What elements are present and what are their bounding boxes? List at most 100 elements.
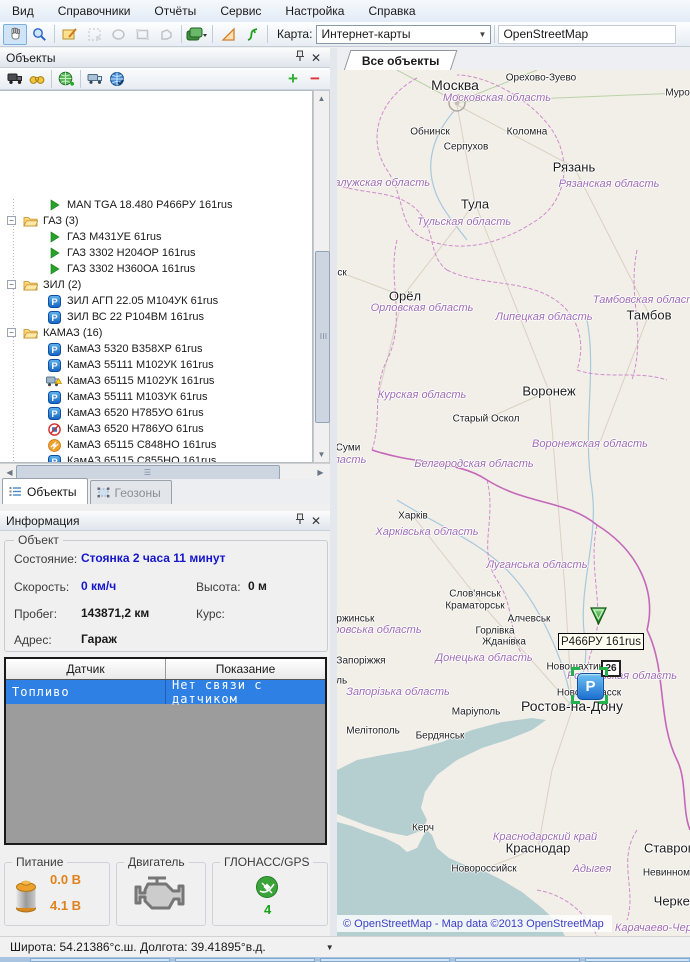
expand-toggle[interactable]: − bbox=[7, 280, 16, 289]
map-label: Слов'янськ bbox=[449, 589, 500, 600]
object-tree[interactable]: MAN TGA 18.480 Р466РУ 161rus − ГАЗ (3) Г… bbox=[0, 90, 313, 463]
tree-item[interactable]: ГАЗ 3302 Н360ОА 161rus bbox=[0, 261, 313, 277]
map-provider-combo[interactable]: OpenStreetMap bbox=[498, 25, 676, 44]
map-label: Горлівка bbox=[475, 626, 514, 637]
map-label: Серпухов bbox=[444, 142, 489, 153]
main-toolbar: Карта: Интернет-карты ▼ OpenStreetMap bbox=[0, 22, 690, 47]
selection-corner bbox=[571, 667, 580, 676]
select-region-icon bbox=[87, 27, 102, 42]
ellipse-icon bbox=[111, 27, 126, 42]
rectangle-tool-button[interactable] bbox=[130, 24, 154, 45]
tree-vertical-scrollbar[interactable]: ▲ ☰ ▼ bbox=[313, 90, 330, 463]
parking-icon: P bbox=[46, 359, 62, 372]
tab-geozones[interactable]: Геозоны bbox=[90, 480, 172, 504]
tree-item[interactable]: КамАЗ 65115 М102УК 161rus bbox=[0, 373, 313, 389]
svg-text:P: P bbox=[51, 313, 58, 324]
altitude-value: 0 м bbox=[248, 579, 267, 593]
tree-item[interactable]: − КАМАЗ (16) bbox=[0, 325, 313, 341]
zoom-tool-button[interactable] bbox=[27, 24, 51, 45]
tree-item[interactable]: P КамАЗ 55111 М102УК 161rus bbox=[0, 357, 313, 373]
map-label: Обнинск bbox=[410, 127, 450, 138]
map-label: Карачаево-Черке bbox=[615, 922, 690, 934]
tab-objects[interactable]: Объекты bbox=[2, 478, 88, 504]
edit-map-tool-button[interactable] bbox=[58, 24, 82, 45]
map-label: Воронежская область bbox=[532, 438, 648, 450]
vehicle-icon[interactable] bbox=[4, 70, 26, 88]
chevron-down-icon[interactable]: ▼ bbox=[326, 943, 334, 952]
selection-corner bbox=[571, 695, 580, 704]
add-object-button[interactable]: + bbox=[282, 70, 304, 88]
map-label: Бердянськ bbox=[416, 731, 465, 742]
truckwarn-icon bbox=[46, 375, 62, 388]
state-label: Состояние: bbox=[14, 552, 77, 566]
tree-item[interactable]: P КамАЗ 5320 В358ХР 61rus bbox=[0, 341, 313, 357]
reading-col-header[interactable]: Показание bbox=[166, 659, 325, 679]
menu-item-5[interactable]: Справка bbox=[356, 1, 427, 21]
select-region-tool-button[interactable] bbox=[82, 24, 106, 45]
tree-item[interactable]: ГАЗ М431УЕ 61rus bbox=[0, 229, 313, 245]
vehicle-arrow-marker[interactable] bbox=[589, 606, 608, 629]
pin-icon[interactable] bbox=[292, 513, 308, 528]
truck-icon[interactable] bbox=[84, 70, 106, 88]
menu-item-2[interactable]: Отчёты bbox=[142, 1, 208, 21]
tree-item[interactable]: КамАЗ 65115 С848НО 161rus bbox=[0, 437, 313, 453]
binoculars-icon[interactable] bbox=[26, 70, 48, 88]
map-type-combo[interactable]: Интернет-карты ▼ bbox=[316, 25, 491, 44]
menu-item-4[interactable]: Настройка bbox=[273, 1, 356, 21]
folder-icon bbox=[22, 327, 38, 339]
map-label: Мелітополь bbox=[346, 726, 400, 737]
status-bar: Широта: 54.21386°с.ш. Долгота: 39.41895°… bbox=[0, 936, 690, 957]
tree-item[interactable]: КамАЗ 6520 Н786УО 61rus bbox=[0, 421, 313, 437]
scroll-right-arrow[interactable]: ▶ bbox=[313, 465, 328, 480]
tree-item[interactable]: P КамАЗ 6520 Н785УО 61rus bbox=[0, 405, 313, 421]
globe-add-icon[interactable] bbox=[55, 70, 77, 88]
map-label: Липецкая область bbox=[495, 311, 592, 323]
battery-icon bbox=[14, 876, 38, 917]
map-label: Тамбов bbox=[627, 308, 672, 323]
map-tab-all-objects[interactable]: Все объекты bbox=[344, 50, 458, 71]
menu-item-1[interactable]: Справочники bbox=[46, 1, 143, 21]
route-tool-button[interactable] bbox=[240, 24, 264, 45]
tree-item[interactable]: MAN TGA 18.480 Р466РУ 161rus bbox=[0, 197, 313, 213]
map-label: Алчевськ bbox=[508, 614, 551, 625]
power-external-value: 0.0 В bbox=[50, 872, 81, 887]
expand-toggle[interactable]: − bbox=[7, 216, 16, 225]
tree-item[interactable]: − ЗИЛ (2) bbox=[0, 277, 313, 293]
close-icon[interactable]: ✕ bbox=[308, 51, 324, 65]
folder-icon bbox=[22, 279, 38, 291]
ellipse-tool-button[interactable] bbox=[106, 24, 130, 45]
tree-item[interactable]: ГАЗ 3302 Н204ОР 161rus bbox=[0, 245, 313, 261]
map-label: Муром bbox=[665, 88, 690, 99]
tree-item[interactable]: P КамАЗ 65115 С855НО 161rus bbox=[0, 453, 313, 463]
sensor-col-header[interactable]: Датчик bbox=[6, 659, 166, 679]
address-value: Гараж bbox=[81, 632, 117, 646]
map-view[interactable]: МоскваОрехово-ЗуевоМуромОбнинскКоломнаСе… bbox=[337, 70, 690, 936]
polygon-tool-button[interactable] bbox=[154, 24, 178, 45]
remove-object-button[interactable]: − bbox=[304, 70, 326, 88]
close-icon[interactable]: ✕ bbox=[308, 514, 324, 528]
pan-tool-button[interactable] bbox=[3, 24, 27, 45]
pin-icon[interactable] bbox=[292, 50, 308, 65]
scroll-down-arrow[interactable]: ▼ bbox=[314, 447, 329, 462]
menu-item-0[interactable]: Вид bbox=[0, 1, 46, 21]
course-label: Курс: bbox=[196, 607, 225, 621]
tree-item[interactable]: − ГАЗ (3) bbox=[0, 213, 313, 229]
parking-icon: P bbox=[46, 295, 62, 308]
sensor-row[interactable]: Топливо Нет связи с датчиком bbox=[6, 680, 325, 704]
expand-toggle[interactable]: − bbox=[7, 328, 16, 337]
map-label: Харківська область bbox=[375, 526, 478, 538]
info-panel-header: Информация ✕ bbox=[0, 511, 330, 531]
menu-item-3[interactable]: Сервис bbox=[208, 1, 273, 21]
layers-tool-button[interactable] bbox=[185, 24, 209, 45]
tree-item[interactable]: P ЗИЛ ВС 22 Р104ВМ 161rus bbox=[0, 309, 313, 325]
tree-item[interactable]: P ЗИЛ АГП 22.05 М104УК 61rus bbox=[0, 293, 313, 309]
panel-splitter[interactable] bbox=[330, 48, 337, 936]
tree-item[interactable]: P КамАЗ 55111 М103УК 61rus bbox=[0, 389, 313, 405]
map-label: Орловская область bbox=[371, 302, 474, 314]
map-label: тровська область bbox=[337, 624, 422, 636]
globe-track-icon[interactable] bbox=[106, 70, 128, 88]
glonass-gauge-label: ГЛОНАСС/GPS bbox=[220, 855, 313, 869]
vertical-scroll-thumb[interactable]: ☰ bbox=[315, 251, 330, 423]
scroll-up-arrow[interactable]: ▲ bbox=[314, 91, 329, 106]
measure-tool-button[interactable] bbox=[216, 24, 240, 45]
